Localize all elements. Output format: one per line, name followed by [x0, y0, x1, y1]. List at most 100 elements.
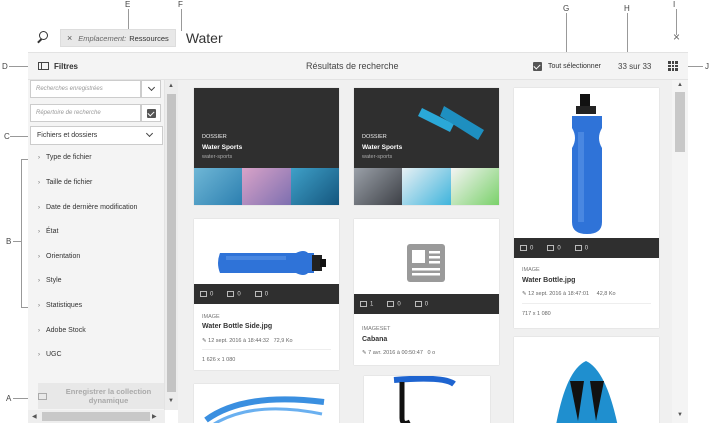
asset-card[interactable]	[514, 337, 659, 423]
select-all-button[interactable]: Tout sélectionner	[533, 61, 601, 71]
chevron-right-icon: ›	[38, 351, 40, 358]
versions-count[interactable]: 0	[520, 244, 533, 251]
save-smart-collection-button[interactable]: Enregistrer la collection dynamique	[38, 383, 164, 409]
asset-card[interactable]	[364, 376, 490, 423]
folder-thumbnails	[354, 168, 499, 205]
comments-count[interactable]: 0	[414, 300, 428, 307]
folder-card[interactable]: DOSSIER Water Sports water-sports	[194, 88, 339, 205]
collection-icon	[38, 392, 47, 400]
versions-icon	[360, 300, 367, 307]
results-scroll-thumb[interactable]	[675, 92, 685, 152]
files-folders-select[interactable]: Fichiers et dossiers	[30, 126, 163, 145]
card-modified: ✎ 7 avr. 2016 à 00:50:47 0 o	[362, 350, 436, 356]
versions-count[interactable]: 1	[360, 300, 373, 307]
results-rail: Filtres Résultats de recherche Tout séle…	[28, 52, 688, 80]
card-title: Water Bottle Side.jpg	[202, 323, 273, 330]
card-path: water-sports	[362, 154, 393, 160]
scroll-up-icon[interactable]: ▲	[168, 83, 174, 89]
comments-count[interactable]: 0	[574, 244, 588, 251]
facet-modified-date[interactable]: › Date de dernière modification	[38, 204, 137, 211]
scroll-right-icon[interactable]: ▶	[152, 413, 157, 420]
facet-label: État	[46, 228, 59, 235]
snorkel-image	[393, 376, 456, 423]
bottle-image	[572, 94, 602, 234]
facet-file-type[interactable]: › Type de fichier	[38, 154, 92, 161]
results-grid: DOSSIER Water Sports water-sports DOSSIE…	[178, 80, 672, 423]
facet-orientation[interactable]: › Orientation	[38, 253, 80, 260]
saved-searches-dropdown[interactable]	[141, 80, 161, 98]
saved-searches-field[interactable]: Recherches enregistrées	[30, 80, 141, 98]
facet-style[interactable]: › Style	[38, 277, 62, 284]
versions-count[interactable]: 0	[200, 290, 213, 297]
tag-key: Emplacement:	[78, 33, 127, 43]
facet-state[interactable]: › État	[38, 228, 58, 235]
facet-adobe-stock[interactable]: › Adobe Stock	[38, 327, 86, 334]
callout-f: F	[178, 0, 183, 9]
facet-label: Date de dernière modification	[46, 204, 138, 211]
facet-label: Statistiques	[46, 302, 83, 309]
callout-i: I	[673, 0, 676, 9]
asset-card[interactable]: 0 0 0 IMAGE Water Bottle Side.jpg ✎ 12 s…	[194, 219, 339, 370]
user-icon	[547, 244, 555, 251]
chevron-down-icon	[147, 83, 155, 92]
scroll-down-icon[interactable]: ▼	[677, 412, 683, 418]
card-type: IMAGESET	[362, 326, 391, 332]
grid-view-icon[interactable]	[668, 61, 678, 71]
chevron-right-icon: ›	[38, 204, 40, 211]
checkbox-icon	[146, 108, 156, 118]
remove-tag-icon[interactable]: ×	[67, 33, 72, 43]
references-count[interactable]: 0	[547, 244, 561, 251]
comments-count[interactable]: 0	[254, 290, 268, 297]
facet-file-size[interactable]: › Taille de fichier	[38, 179, 92, 186]
card-path: water-sports	[202, 154, 233, 160]
facet-label: UGC	[46, 351, 62, 358]
references-count[interactable]: 0	[227, 290, 241, 297]
card-title: Water Sports	[202, 144, 243, 151]
pencil-icon: ✎	[522, 291, 527, 297]
card-modified: ✎ 12 sept. 2016 à 18:47:01 42,8 Ko	[522, 291, 616, 297]
references-count[interactable]: 0	[387, 300, 401, 307]
location-tag[interactable]: × Emplacement: Ressources	[60, 29, 176, 47]
side-panel-icon	[38, 62, 49, 70]
chevron-right-icon: ›	[38, 327, 40, 334]
scroll-left-icon[interactable]: ◀	[32, 413, 37, 420]
search-directory-field[interactable]: Répertoire de recherche	[30, 104, 141, 122]
filters-toggle-button[interactable]: Filtres	[38, 62, 78, 71]
folder-thumbnails	[194, 168, 339, 205]
bottle-side-image	[218, 251, 326, 275]
facet-label: Style	[46, 277, 62, 284]
close-icon[interactable]: ×	[673, 30, 680, 44]
search-directory-checkbox[interactable]	[141, 104, 161, 122]
asset-card[interactable]: 1 0 0 IMAGESET Cabana ✎ 7 avr. 2016 à 00…	[354, 219, 499, 365]
chevron-right-icon: ›	[38, 302, 40, 309]
chevron-right-icon: ›	[38, 277, 40, 284]
facet-label: Taille de fichier	[46, 179, 93, 186]
folder-card[interactable]: DOSSIER Water Sports water-sports	[354, 88, 499, 205]
search-query[interactable]: Water	[186, 30, 223, 46]
comment-icon	[414, 300, 422, 307]
facet-ugc[interactable]: › UGC	[38, 351, 62, 358]
asset-card[interactable]: 0 0 0 IMAGE Water Bottle.jpg ✎ 12 sept. …	[514, 88, 659, 328]
imageset-icon	[407, 244, 445, 282]
facet-label: Type de fichier	[46, 154, 92, 161]
card-dimensions: 1 626 x 1 080	[202, 357, 236, 363]
search-icon[interactable]	[36, 31, 50, 45]
facet-statistics[interactable]: › Statistiques	[38, 302, 82, 309]
chevron-right-icon: ›	[38, 228, 40, 235]
scroll-up-icon[interactable]: ▲	[677, 82, 683, 88]
user-icon	[227, 290, 235, 297]
fins-thumbnail	[418, 106, 484, 140]
card-type: DOSSIER	[202, 134, 227, 140]
horizontal-scroll-thumb[interactable]	[42, 412, 150, 421]
callout-j: J	[705, 62, 709, 71]
asset-card[interactable]	[194, 384, 339, 423]
checkbox-icon	[533, 61, 542, 71]
sidebar-scroll-thumb[interactable]	[167, 94, 176, 392]
callout-b: B	[6, 237, 12, 246]
select-all-label: Tout sélectionner	[548, 62, 601, 70]
save-collection-label: Enregistrer la collection dynamique	[65, 387, 152, 405]
filters-label: Filtres	[54, 61, 79, 71]
tag-value: Ressources	[129, 33, 169, 43]
chevron-right-icon: ›	[38, 154, 40, 161]
scroll-down-icon[interactable]: ▼	[168, 398, 174, 404]
